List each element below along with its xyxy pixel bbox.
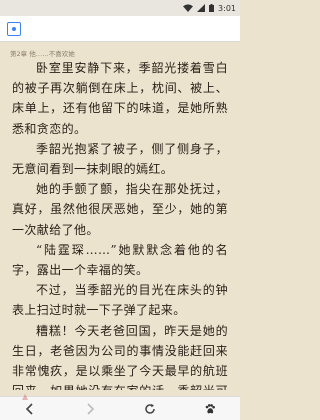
chapter-header: 第2章 他……不喜欢她 bbox=[10, 50, 75, 58]
status-time: 3:01 bbox=[218, 3, 236, 13]
paragraph: 卧室里安静下来，季韶光搂着雪白的被子再次躺倒在床上，枕间、被上、床单上，还有他留… bbox=[12, 61, 228, 136]
back-icon bbox=[25, 402, 33, 415]
paw-menu-button[interactable] bbox=[196, 399, 224, 419]
paragraph: 她的手颤了颤，指尖在那处抚过，真好，虽然他很厌恶她，至少，她的第一次献给了他。 bbox=[12, 182, 228, 237]
browser-toolbar bbox=[0, 396, 240, 420]
forward-button[interactable] bbox=[76, 399, 104, 419]
page-info-icon[interactable] bbox=[7, 21, 21, 36]
refresh-icon bbox=[145, 403, 155, 414]
address-bar[interactable] bbox=[0, 16, 240, 42]
status-bar: 3:01 bbox=[0, 0, 240, 16]
forward-icon bbox=[87, 402, 95, 415]
refresh-button[interactable] bbox=[136, 399, 164, 419]
paw-icon bbox=[205, 403, 215, 413]
paragraph: 季韶光抱紧了被子，侧了侧身子，无意间看到一抹刺眼的嫣红。 bbox=[12, 141, 228, 177]
paragraph: 糟糕！今天老爸回国，昨天是她的生日，老爸因为公司的事情没能赶回来非常愧疚，是以乘… bbox=[12, 323, 228, 390]
reader-content: 卧室里安静下来，季韶光搂着雪白的被子再次躺倒在床上，枕间、被上、床单上，还有他留… bbox=[0, 58, 240, 390]
signal-icon bbox=[197, 4, 206, 12]
wifi-icon bbox=[183, 4, 194, 12]
paragraph: “陆霆琛……”她默默念着他的名字，露出一个幸福的笑。 bbox=[12, 242, 228, 278]
back-button[interactable] bbox=[16, 399, 44, 419]
paragraph: 不过，当季韶光的目光在床头的钟表上扫过时就一下子弹了起来。 bbox=[12, 283, 228, 318]
battery-icon bbox=[209, 4, 215, 12]
